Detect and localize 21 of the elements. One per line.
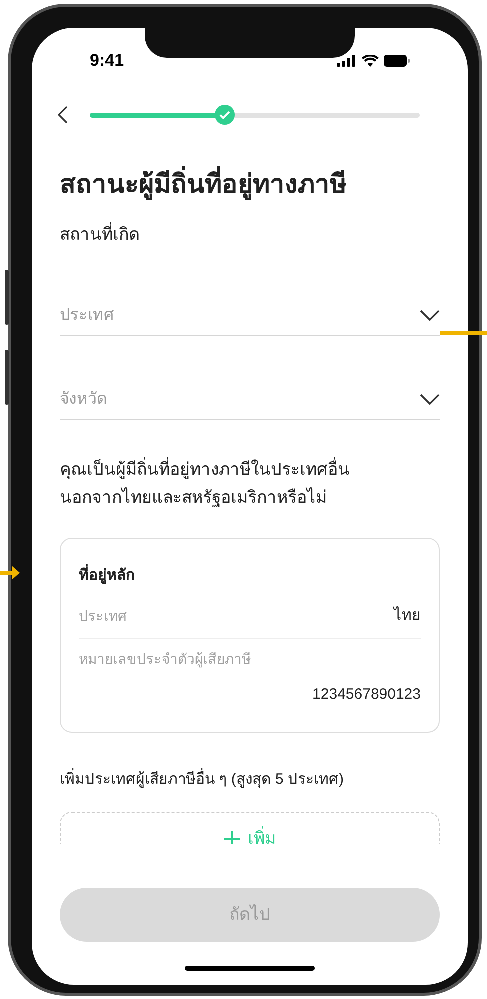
field-label: หมายเลขประจำตัวผู้เสียภาษี (79, 650, 251, 670)
signal-icon (337, 55, 357, 67)
back-icon[interactable] (58, 106, 68, 124)
section-label: สถานที่เกิด (60, 222, 440, 248)
plus-icon (224, 830, 240, 844)
field-label: ประเทศ (79, 606, 127, 626)
arrow-icon (0, 566, 20, 580)
wifi-icon (362, 55, 379, 67)
chevron-down-icon (420, 394, 440, 406)
battery-icon (384, 55, 410, 67)
dropdown-field[interactable]: จังหวัด (60, 382, 440, 420)
card-title: ที่อยู่หลัก (79, 564, 421, 587)
question-text: คุณเป็นผู้มีถิ่นที่อยู่ทางภาษีในประเทศอื่นนอกจากไทยและสหรัฐอเมริกาหรือไม่ (60, 456, 351, 510)
chevron-down-icon (420, 310, 440, 322)
status-time: 9:41 (90, 50, 124, 72)
field-value: 1234567890123 (312, 684, 421, 704)
dropdown-field[interactable]: ประเทศ (60, 298, 440, 336)
add-button[interactable]: เพิ่ม (60, 812, 440, 844)
field-value: ไทย (394, 606, 421, 626)
section-label: เพิ่มประเทศผู้เสียภาษีอื่น ๆ (สูงสุด 5 ประเทศ) (60, 769, 440, 792)
page-title: สถานะผู้มีถิ่นที่อยู่ทางภาษี (60, 166, 440, 202)
